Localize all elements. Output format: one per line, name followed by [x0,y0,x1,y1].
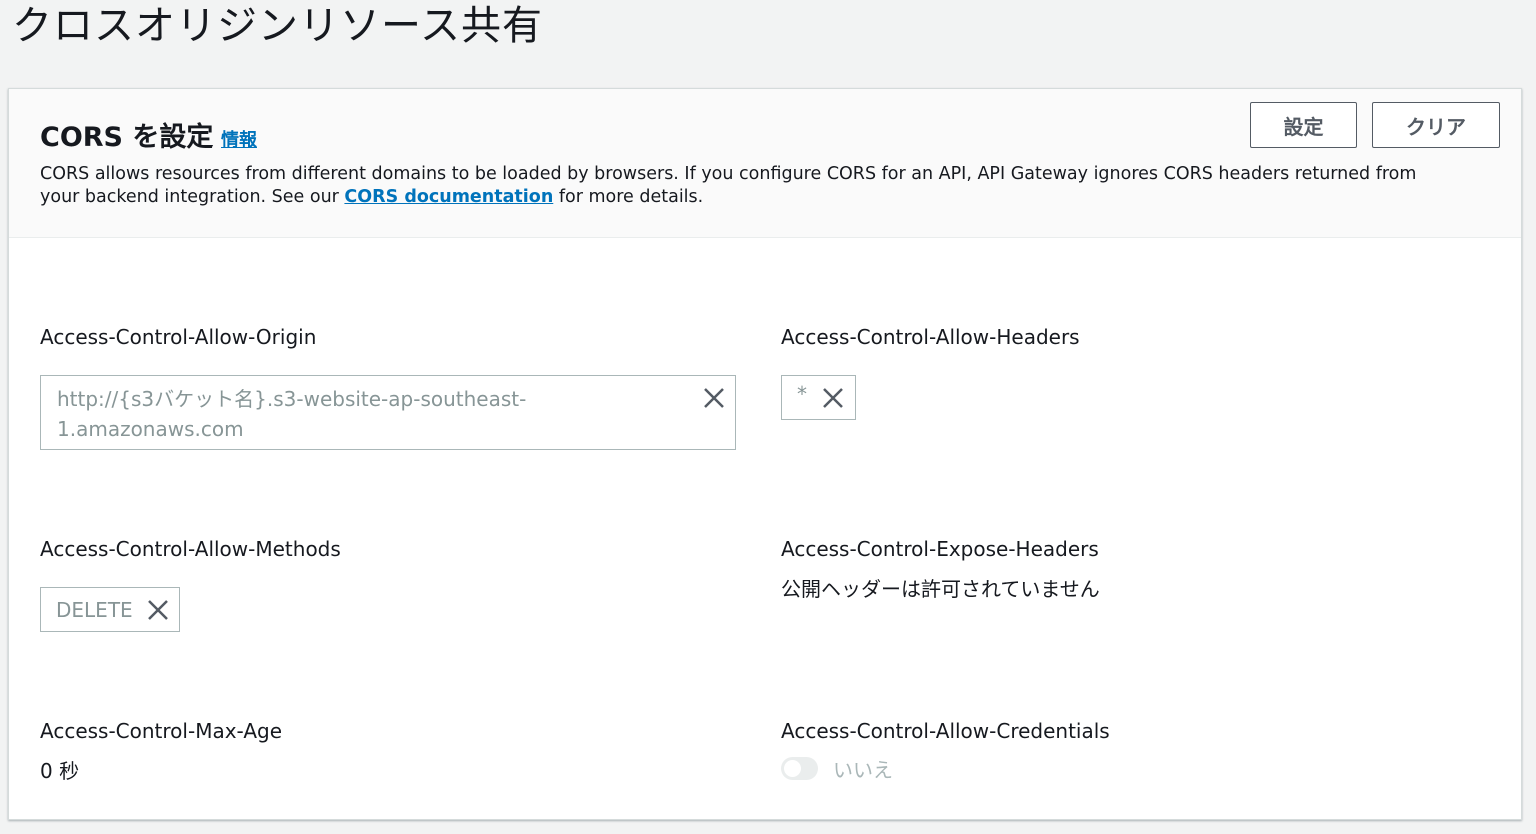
allow-methods-token: DELETE [40,587,180,632]
allow-origin-value-line1: http://{s3バケット名}.s3-website-ap-southeast… [57,387,527,411]
cors-settings-panel: CORS を設定 情報 CORS allows resources from d… [8,88,1522,820]
panel-header: CORS を設定 情報 CORS allows resources from d… [9,89,1521,238]
expose-headers-value: 公開ヘッダーは許可されていません [781,577,1100,601]
clear-button[interactable]: クリア [1372,102,1500,148]
allow-credentials-value: いいえ [833,758,893,782]
allow-origin-value-line2: 1.amazonaws.com [57,417,244,441]
allow-headers-token: * [781,375,856,420]
allow-origin-token: http://{s3バケット名}.s3-website-ap-southeast… [40,375,736,450]
allow-headers-label: Access-Control-Allow-Headers [781,325,1080,349]
allow-origin-value: http://{s3バケット名}.s3-website-ap-southeast… [57,384,526,444]
panel-title: CORS を設定 [40,122,214,153]
toggle-knob [784,760,801,777]
max-age-label: Access-Control-Max-Age [40,719,283,743]
set-button[interactable]: 設定 [1250,102,1357,148]
allow-headers-value: * [797,382,807,406]
allow-credentials-label: Access-Control-Allow-Credentials [781,719,1110,743]
panel-description: CORS allows resources from different dom… [40,163,1460,209]
max-age-value: 0 秒 [40,759,80,783]
allow-credentials-toggle[interactable] [781,757,818,780]
description-text: CORS allows resources from different dom… [40,164,1417,207]
close-icon[interactable] [703,387,725,409]
close-icon[interactable] [822,387,844,409]
allow-methods-label: Access-Control-Allow-Methods [40,537,341,561]
allow-origin-label: Access-Control-Allow-Origin [40,325,317,349]
page-title: クロスオリジンリソース共有 [12,3,543,49]
close-icon[interactable] [147,599,169,621]
cors-documentation-link[interactable]: CORS documentation [344,187,553,207]
description-text-end: for more details. [553,187,704,207]
expose-headers-label: Access-Control-Expose-Headers [781,537,1099,561]
allow-methods-value: DELETE [56,598,133,622]
info-link[interactable]: 情報 [221,126,257,152]
